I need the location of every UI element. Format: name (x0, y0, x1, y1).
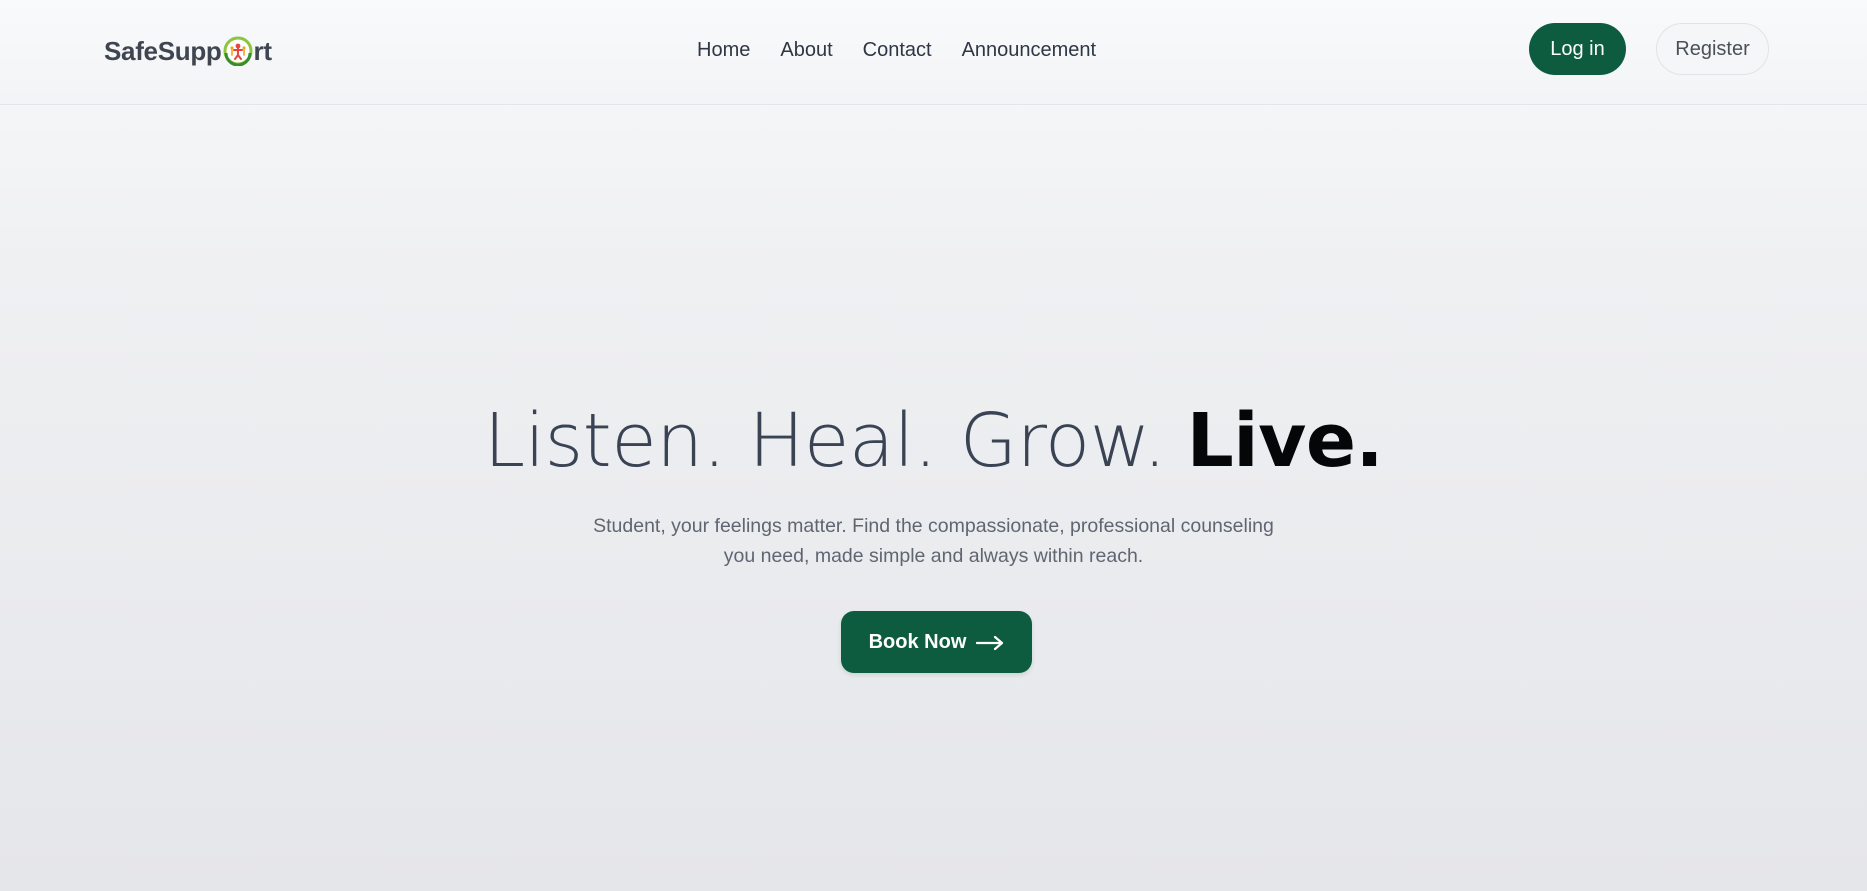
login-button[interactable]: Log in (1529, 23, 1626, 75)
book-now-label: Book Now (868, 630, 967, 653)
globe-people-icon (223, 36, 253, 67)
brand-logo[interactable]: SafeSupp rt (104, 32, 272, 70)
brand-name-end: rt (253, 35, 272, 66)
arrow-right-icon (976, 634, 1004, 651)
hero-title-bold: Live. (1186, 398, 1384, 484)
brand-name-start: SafeSupp (104, 35, 222, 66)
book-now-button[interactable]: Book Now (841, 611, 1032, 673)
register-button[interactable]: Register (1656, 23, 1769, 75)
nav-contact[interactable]: Contact (863, 36, 932, 64)
nav-announcement[interactable]: Announcement (962, 36, 1097, 64)
top-navbar: SafeSupp rt Home About Contact Announcem… (0, 0, 1867, 105)
nav-home[interactable]: Home (697, 36, 750, 64)
hero-title: Listen. Heal. Grow. Live. (0, 396, 1867, 486)
nav-about[interactable]: About (780, 36, 832, 64)
hero-subtitle: Student, your feelings matter. Find the … (593, 515, 1274, 567)
main-nav: Home About Contact Announcement (697, 36, 1096, 64)
hero-title-light: Listen. Heal. Grow. (483, 398, 1167, 484)
